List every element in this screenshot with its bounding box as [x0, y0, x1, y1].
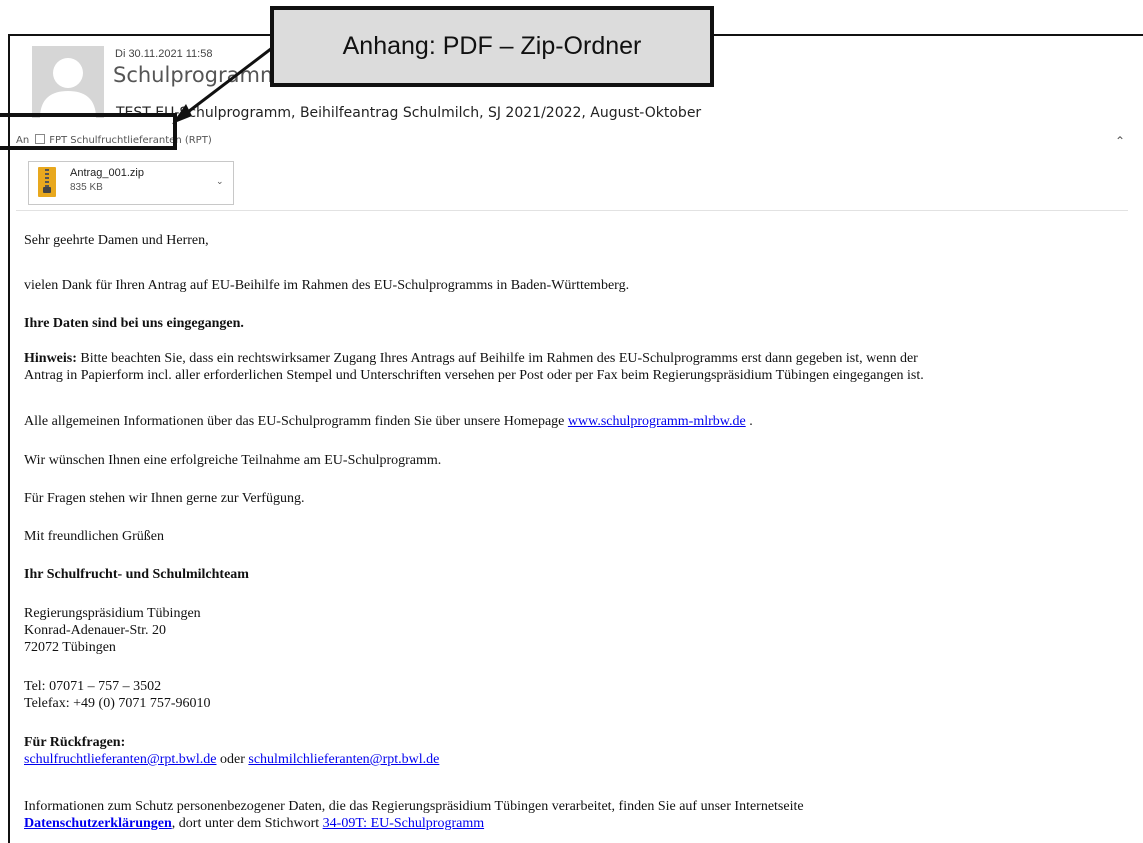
person-silhouette-icon	[40, 58, 96, 118]
hint-line1: Bitte beachten Sie, dass ein rechtswirks…	[76, 351, 918, 366]
zip-folder-icon	[38, 167, 56, 197]
attachment-size: 835 KB	[70, 182, 103, 193]
privacy-line-2: Datenschutzerklärungen, dort unter dem S…	[24, 815, 484, 832]
highlight-box	[0, 113, 177, 150]
window-border-left	[8, 34, 10, 843]
email-link-schulfrucht[interactable]: schulfruchtlieferanten@rpt.bwl.de	[24, 752, 217, 767]
contact-emails: schulfruchtlieferanten@rpt.bwl.de oder s…	[24, 751, 439, 768]
callout-text: Anhang: PDF – Zip-Ordner	[342, 32, 642, 60]
email-link-schulmilch[interactable]: schulmilchlieferanten@rpt.bwl.de	[248, 752, 439, 767]
privacy-keyword-link[interactable]: 34-09T: EU-Schulprogramm	[323, 816, 484, 831]
chevron-down-icon[interactable]: ⌄	[216, 176, 224, 187]
attachment-card[interactable]: Antrag_001.zip 835 KB ⌄	[28, 161, 234, 205]
annotation-callout: Anhang: PDF – Zip-Ordner	[270, 6, 714, 87]
team-signature: Ihr Schulfrucht- und Schulmilchteam	[24, 567, 249, 582]
questions-paragraph: Für Fragen stehen wir Ihnen gerne zur Ve…	[24, 491, 305, 506]
greeting: Sehr geehrte Damen und Herren,	[24, 233, 209, 248]
telephone: Tel: 07071 – 757 – 3502	[24, 679, 162, 694]
attachment-name: Antrag_001.zip	[70, 167, 144, 179]
privacy-link[interactable]: Datenschutzerklärungen	[24, 816, 172, 831]
wish-paragraph: Wir wünschen Ihnen eine erfolgreiche Tei…	[24, 453, 442, 468]
hint-line2: Antrag in Papierform incl. aller erforde…	[24, 368, 924, 383]
regards: Mit freundlichen Grüßen	[24, 529, 164, 544]
avatar	[32, 46, 104, 118]
chevron-up-icon[interactable]: ⌃	[1115, 134, 1125, 148]
address-line-3: 72072 Tübingen	[24, 640, 116, 655]
contact-heading: Für Rückfragen:	[24, 735, 126, 750]
privacy-line-1: Informationen zum Schutz personenbezogen…	[24, 799, 804, 814]
info-paragraph: Alle allgemeinen Informationen über das …	[24, 413, 753, 430]
message-subject: TEST EU-Schulprogramm, Beihilfeantrag Sc…	[116, 105, 702, 121]
hint-paragraph: Hinweis: Bitte beachten Sie, dass ein re…	[24, 350, 918, 367]
address-line-1: Regierungspräsidium Tübingen	[24, 606, 201, 621]
homepage-link[interactable]: www.schulprogramm-mlrbw.de	[568, 414, 746, 429]
address-line-2: Konrad-Adenauer-Str. 20	[24, 623, 167, 638]
info-text: Alle allgemeinen Informationen über das …	[24, 414, 568, 429]
message-date: Di 30.11.2021 11:58	[115, 48, 213, 60]
privacy-mid: , dort unter dem Stichwort	[171, 816, 323, 831]
email-separator: oder	[216, 752, 249, 767]
info-end: .	[745, 414, 753, 429]
toolbar-remnant	[30, 28, 260, 34]
hint-label: Hinweis:	[24, 351, 77, 366]
received-notice: Ihre Daten sind bei uns eingegangen.	[24, 316, 244, 331]
header-divider	[16, 210, 1128, 211]
thanks-paragraph: vielen Dank für Ihren Antrag auf EU-Beih…	[24, 278, 630, 293]
telefax: Telefax: +49 (0) 7071 757-96010	[24, 696, 211, 711]
